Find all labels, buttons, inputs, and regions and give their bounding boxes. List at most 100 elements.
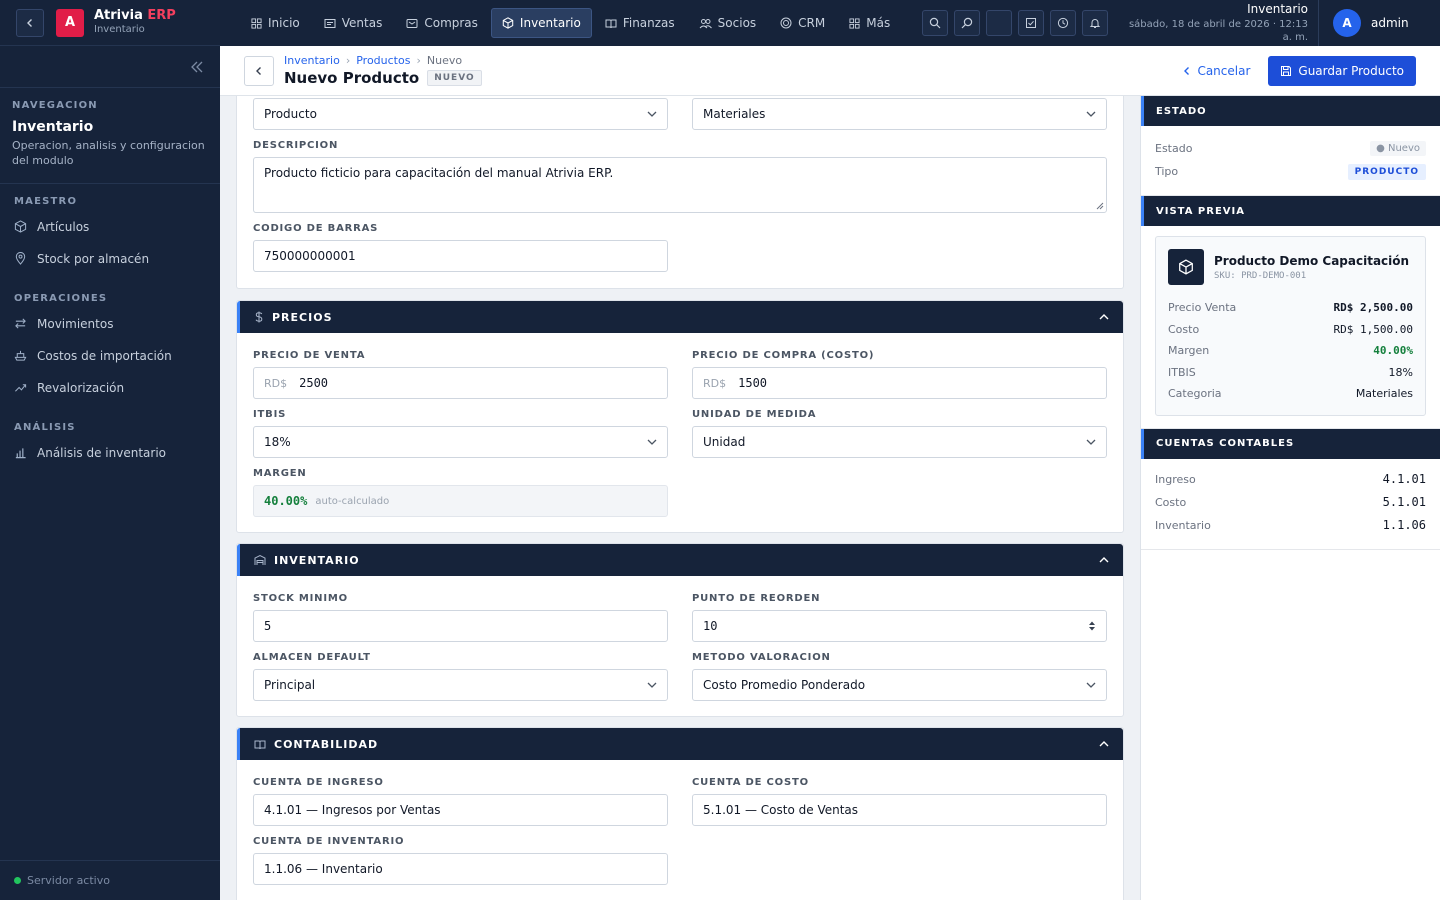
breadcrumb-current: Nuevo [426,54,463,67]
tab-inventario[interactable]: Inventario [490,8,592,38]
inventario-card-header[interactable]: INVENTARIO [237,544,1123,576]
row-label: Inventario [1155,518,1211,532]
title-row: Nuevo Producto NUEVO [284,69,482,87]
field-label: PRECIO DE VENTA [253,350,366,361]
cuenta-costo-input[interactable]: 5.1.01 — Costo de Ventas [692,794,1107,826]
form-area: Producto Materiales DESCRIPCION Producto… [220,96,1140,900]
tab-compras[interactable]: Compras [395,8,489,38]
toolbar [922,10,1114,36]
almacen-field: ALMACEN DEFAULT Principal [253,652,668,701]
row-value: 4.1.01 [1382,472,1426,486]
group-label: ANÁLISIS [14,421,76,433]
almacen-select[interactable]: Principal [253,669,668,701]
field-label: UNIDAD DE MEDIDA [692,409,817,420]
bell-icon [1089,19,1101,28]
currency-prefix: RD$ [264,376,288,390]
sidebar-item-stock-almacen[interactable]: Stock por almacén [14,243,206,275]
punto-reorden-stepper[interactable]: 10 [692,610,1107,642]
preview-row: Costo RD$ 1,500.00 [1168,319,1413,341]
blank-tool-button[interactable] [986,10,1012,36]
field-label: METODO VALORACION [692,652,831,663]
sidebar-item-movimientos[interactable]: Movimientos [14,308,206,340]
notifications-button[interactable] [1082,10,1108,36]
precio-compra-field: PRECIO DE COMPRA (COSTO) RD$ 1500 [692,350,1107,399]
breadcrumb-productos[interactable]: Productos [356,54,410,67]
unidad-field: UNIDAD DE MEDIDA Unidad [692,409,1107,458]
categoria-field: Materiales [692,98,1107,130]
precios-card-header[interactable]: PRECIOS [237,301,1123,333]
page-actions: Cancelar Guardar Producto [1183,55,1416,86]
unidad-select[interactable]: Unidad [692,426,1107,458]
tipo-field: Producto [253,98,668,130]
tab-label: Compras [424,16,478,30]
chevron-down-icon [647,111,657,117]
grid-icon [849,17,860,29]
row-label: Margen [1168,344,1210,358]
tab-socios[interactable]: Socios [688,8,767,38]
cuenta-costo-field: CUENTA DE COSTO 5.1.01 — Costo de Ventas [692,777,1107,826]
precio-compra-input[interactable]: RD$ 1500 [692,367,1107,399]
itbis-value: 18% [264,435,291,449]
tipo-select[interactable]: Producto [253,98,668,130]
collapse-icon[interactable] [190,61,204,73]
tab-finanzas[interactable]: Finanzas [594,8,686,38]
status-badge: NUEVO [427,70,482,86]
stock-minimo-input[interactable]: 5 [253,610,668,642]
sidebar: A Atrivia ERP Inventario NAVEGACION Inve… [0,0,220,900]
server-status-label: Servidor activo [27,874,110,887]
user-menu[interactable]: A admin [1318,0,1409,46]
breadcrumb-inventario[interactable]: Inventario [284,54,340,67]
search-button[interactable] [922,10,948,36]
metodo-select[interactable]: Costo Promedio Ponderado [692,669,1107,701]
preview-section: Producto Demo Capacitación SKU: PRD-DEMO… [1141,226,1440,429]
estado-section: Estado ● Nuevo Tipo PRODUCTO [1141,126,1440,196]
cuenta-ingreso-input[interactable]: 4.1.01 — Ingresos por Ventas [253,794,668,826]
contabilidad-card-header[interactable]: CONTABILIDAD [237,728,1123,760]
row-value: RD$ 1,500.00 [1333,322,1413,336]
precio-venta-input[interactable]: RD$ 2500 [253,367,668,399]
row-value: 18% [1388,365,1413,379]
tasks-button[interactable] [1018,10,1044,36]
sidebar-collapse-row [0,46,220,88]
row-value: Materiales [1355,387,1413,401]
precio-venta-value: 2500 [299,376,329,390]
cuenta-ingreso-value: 4.1.01 — Ingresos por Ventas [264,803,441,817]
sidebar-item-revalorizacion[interactable]: Revalorización [14,372,206,404]
sidebar-item-analisis-inventario[interactable]: Análisis de inventario [14,437,206,469]
back-button[interactable] [16,8,44,37]
cancel-button[interactable]: Cancelar [1183,64,1250,78]
sidebar-item-costos-importacion[interactable]: Costos de importación [14,340,206,372]
estado-row: Estado ● Nuevo [1155,137,1426,160]
save-button[interactable]: Guardar Producto [1268,55,1416,86]
descripcion-textarea[interactable]: Producto ficticio para capacitación del … [253,157,1107,213]
categoria-select[interactable]: Materiales [692,98,1107,130]
metodo-field: METODO VALORACION Costo Promedio Pondera… [692,652,1107,701]
grid-icon [251,17,262,29]
field-label: ITBIS [253,409,287,420]
resize-grip-icon[interactable] [1096,202,1104,210]
barcode-input[interactable]: 750000000001 [253,240,668,272]
users-icon [699,18,712,28]
brand-module: Inventario [94,24,145,36]
lookup-button[interactable] [954,10,980,36]
ship-icon [14,351,27,361]
cuenta-inventario-input[interactable]: 1.1.06 — Inventario [253,853,668,885]
tab-ventas[interactable]: Ventas [313,8,394,38]
preview-product-name: Producto Demo Capacitación [1214,253,1410,268]
history-button[interactable] [1050,10,1076,36]
sidebar-item-articulos[interactable]: Artículos [14,211,206,243]
itbis-select[interactable]: 18% [253,426,668,458]
contabilidad-card: CONTABILIDAD CUENTA DE INGRESO 4.1.01 — … [236,727,1124,900]
tab-mas[interactable]: Más [838,8,901,38]
page-back-button[interactable] [244,55,274,86]
search-icon [929,17,941,29]
arrows-icon [15,318,26,329]
tab-label: Inventario [519,16,581,30]
status-dot-icon [14,877,21,884]
tab-crm[interactable]: CRM [769,8,836,38]
sidebar-item-label: Movimientos [37,316,114,331]
tab-inicio[interactable]: Inicio [240,8,311,38]
spinner-icon[interactable] [1088,620,1096,632]
sidebar-item-label: Análisis de inventario [37,445,166,460]
brand-name: Atrivia [94,8,143,24]
